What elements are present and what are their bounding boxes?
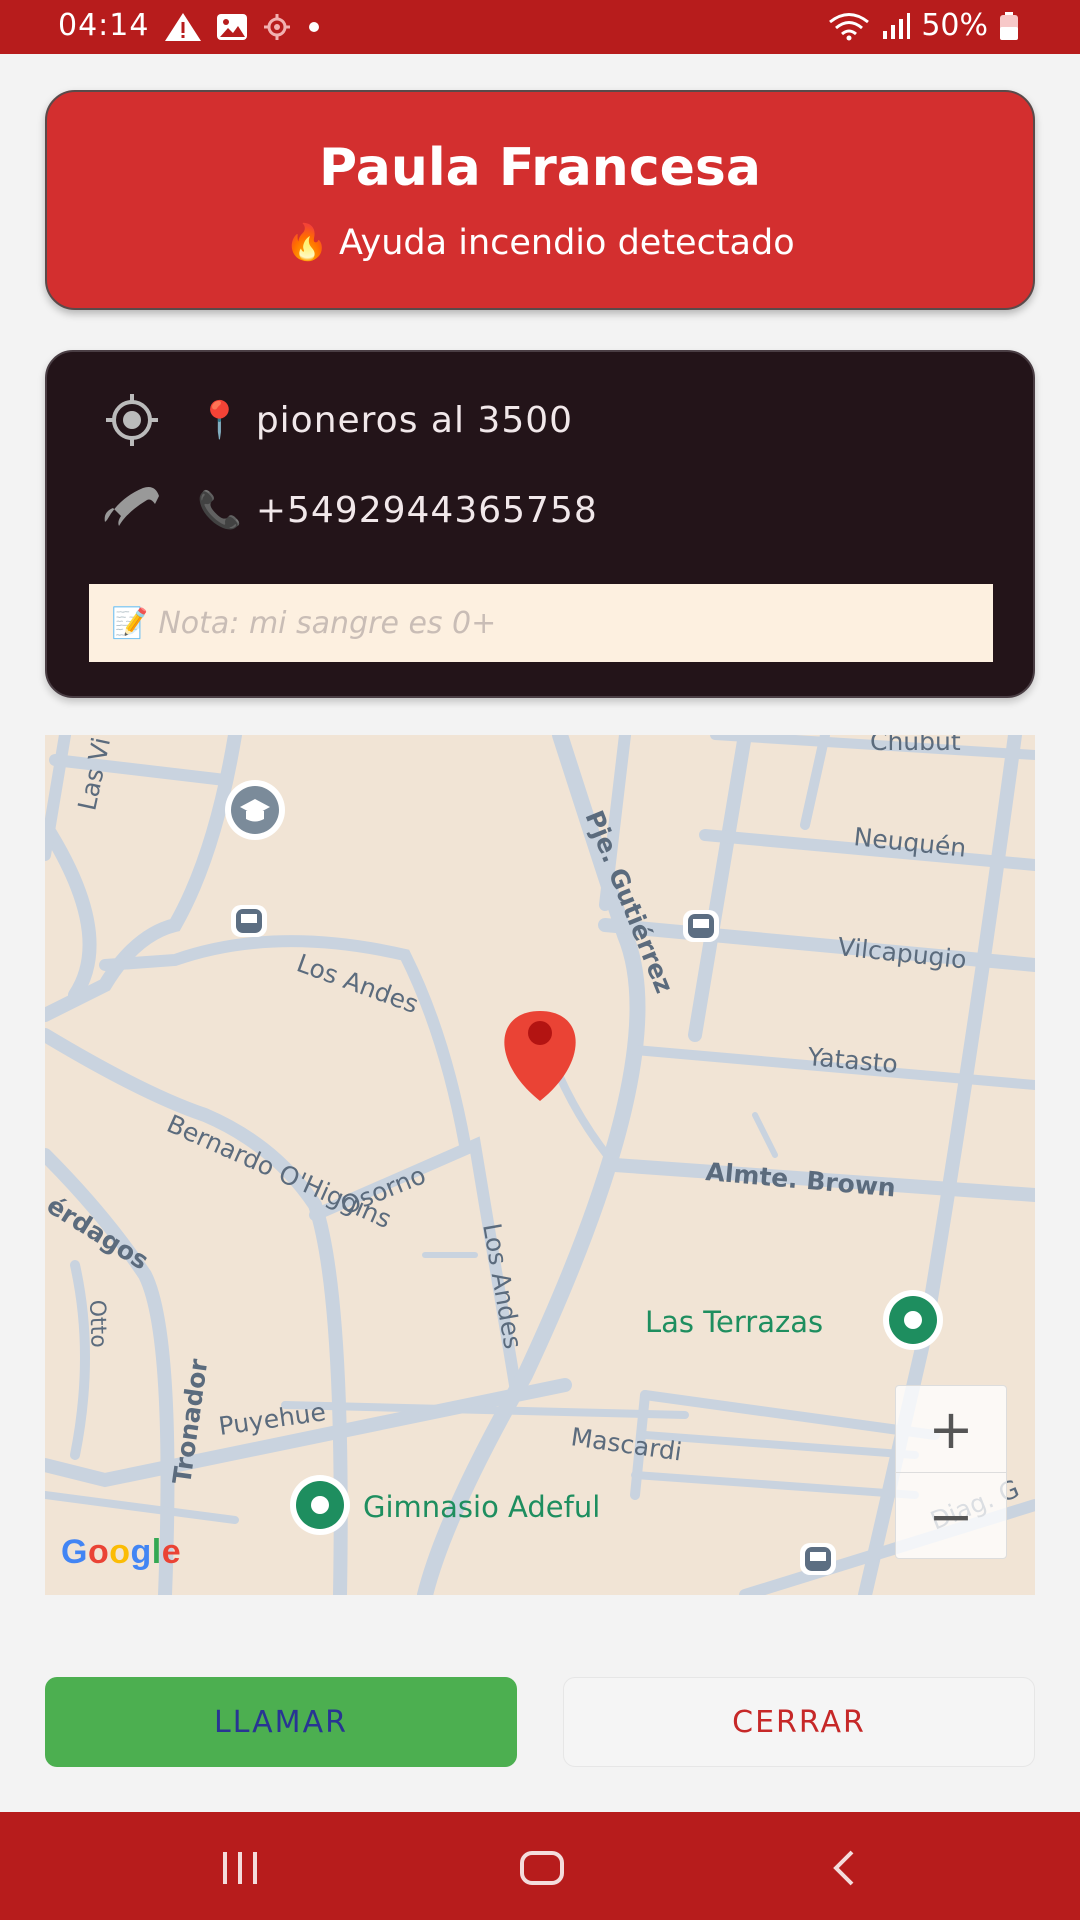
address-row[interactable]: 📍 pioneros al 3500	[97, 390, 573, 450]
back-icon[interactable]	[815, 1840, 875, 1896]
location-icon	[264, 14, 290, 40]
navigation-bar	[0, 1812, 1080, 1920]
home-icon[interactable]	[512, 1840, 572, 1896]
street-label-erdagos: érdagos	[45, 1190, 154, 1275]
phone-icon: 📞	[197, 490, 242, 531]
address-text: pioneros al 3500	[255, 399, 574, 441]
alert-header-card: Paula Francesa 🔥 Ayuda incendio detectad…	[45, 90, 1035, 310]
place-label-gimnasio-adeful[interactable]: Gimnasio Adeful	[363, 1490, 600, 1524]
zoom-out-button[interactable]: −	[896, 1473, 1006, 1559]
google-logo: Google	[61, 1533, 182, 1571]
school-marker-icon[interactable]	[225, 780, 285, 840]
contact-name: Paula Francesa	[319, 138, 761, 198]
street-label-almte-brown: Almte. Brown	[704, 1157, 896, 1202]
memo-icon: 📝	[111, 605, 149, 641]
crosshair-icon	[97, 390, 167, 450]
recent-apps-icon[interactable]	[210, 1840, 270, 1896]
phone-handset-icon	[97, 480, 167, 540]
street-label-neuquen: Neuquén	[852, 822, 967, 863]
status-left-icons	[164, 12, 322, 42]
pin-icon: 📍	[197, 400, 242, 441]
street-label-tronador: Tronador	[167, 1356, 213, 1485]
street-label-bernardo-ohiggins: Bernardo O'Higgins	[163, 1109, 396, 1234]
bus-stop-icon[interactable]	[800, 1543, 836, 1575]
bus-stop-icon[interactable]	[683, 910, 719, 942]
dot-icon	[309, 22, 319, 32]
zoom-in-button[interactable]: +	[896, 1386, 1006, 1473]
street-label-los-andes-2: Los Andes	[477, 1221, 528, 1351]
status-time: 04:14	[58, 8, 150, 43]
phone-row[interactable]: 📞 +5492944365758	[97, 480, 598, 540]
image-icon	[217, 14, 247, 40]
battery-percent: 50%	[921, 8, 988, 43]
battery-icon	[1000, 11, 1018, 40]
status-right: 50%	[827, 8, 1020, 43]
note-field[interactable]: 📝 Nota: mi sangre es 0+	[89, 584, 993, 662]
street-label-yatasto: Yatasto	[805, 1042, 899, 1079]
street-label-mascardi: Mascardi	[569, 1422, 684, 1466]
phone-text: +5492944365758	[255, 489, 598, 531]
place-marker-icon[interactable]	[883, 1290, 943, 1350]
place-label-las-terrazas[interactable]: Las Terrazas	[645, 1305, 823, 1339]
warning-icon	[165, 13, 201, 41]
alert-line: 🔥 Ayuda incendio detectado	[47, 222, 1033, 264]
signal-icon	[883, 12, 911, 39]
street-label-vilcapugio: Vilcapugio	[836, 932, 968, 974]
close-button[interactable]: CERRAR	[563, 1677, 1035, 1767]
map-view[interactable]: Las Vi Chubut Neuquén Pje. Gutiérrez Vil…	[45, 735, 1035, 1595]
street-label-otto: Otto	[84, 1299, 111, 1348]
place-marker-icon[interactable]	[290, 1475, 350, 1535]
street-label-las-vi: Las Vi	[72, 735, 116, 813]
fire-icon: 🔥	[285, 223, 329, 263]
bus-stop-icon[interactable]	[231, 905, 267, 937]
note-placeholder: Nota: mi sangre es 0+	[158, 605, 497, 641]
info-card: 📍 pioneros al 3500 📞 +5492944365758 📝 No…	[45, 350, 1035, 698]
zoom-controls: + −	[895, 1385, 1007, 1559]
call-button[interactable]: LLAMAR	[45, 1677, 517, 1767]
status-bar: 04:14 50%	[0, 0, 1080, 54]
wifi-icon	[829, 12, 870, 40]
street-label-chubut: Chubut	[870, 735, 961, 756]
alert-text: Ayuda incendio detectado	[338, 222, 795, 263]
